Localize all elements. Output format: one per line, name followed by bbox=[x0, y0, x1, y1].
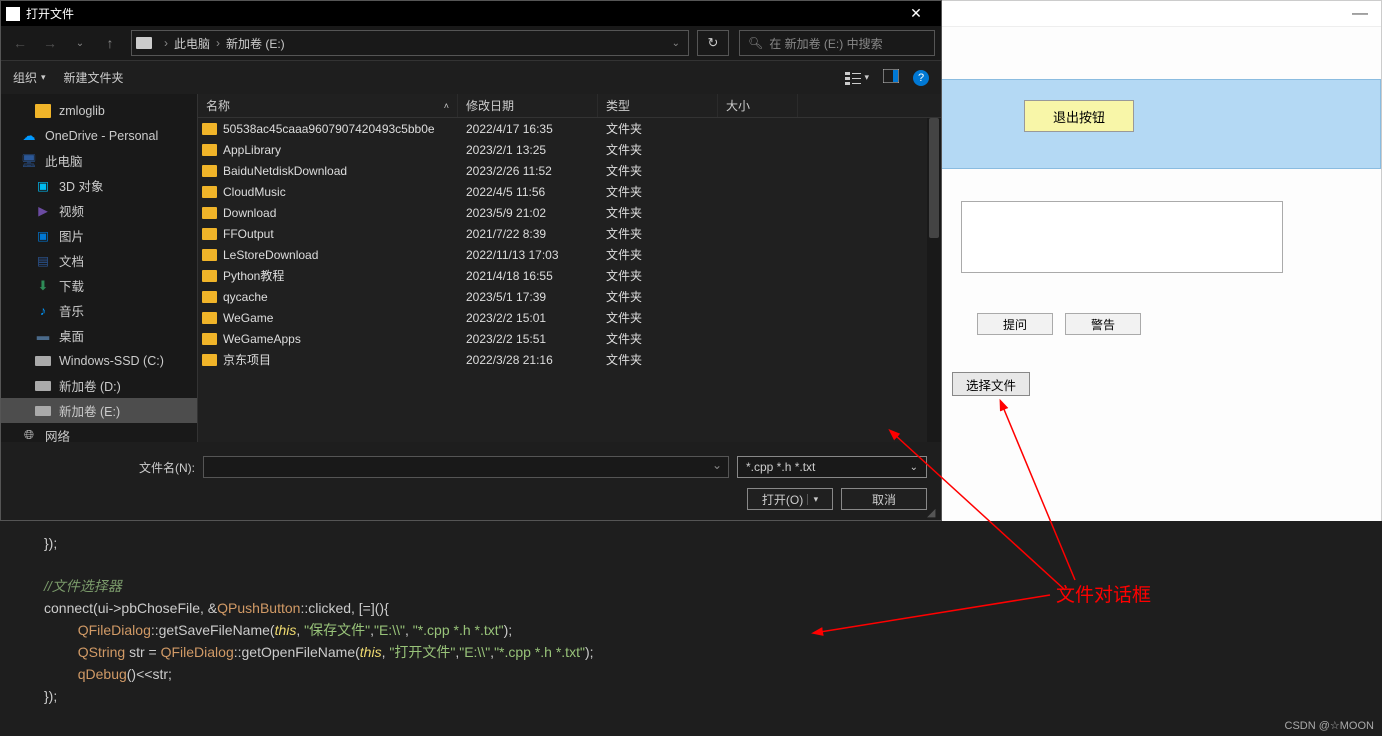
file-row[interactable]: BaiduNetdiskDownload2023/2/26 11:52文件夹 bbox=[198, 160, 941, 181]
address-dropdown-icon[interactable]: ⌄ bbox=[672, 38, 680, 49]
file-open-dialog: 打开文件 ✕ ← → ⌄ ↑ › 此电脑 › 新加卷 (E:) ⌄ ↻ 🔍︎ 在… bbox=[0, 0, 942, 521]
file-row[interactable]: 50538ac45caaa9607907420493c5bb0e2022/4/1… bbox=[198, 118, 941, 139]
folder-icon bbox=[202, 228, 217, 240]
filename-input[interactable] bbox=[203, 456, 729, 478]
sidebar-item[interactable]: ☁OneDrive - Personal bbox=[1, 123, 197, 148]
file-row[interactable]: 京东项目2022/3/28 21:16文件夹 bbox=[198, 349, 941, 370]
text-input-box[interactable] bbox=[961, 201, 1283, 273]
file-row[interactable]: WeGame2023/2/2 15:01文件夹 bbox=[198, 307, 941, 328]
col-size[interactable]: 大小 bbox=[718, 94, 798, 117]
sidebar-item[interactable]: ▶视频 bbox=[1, 198, 197, 223]
sidebar-item[interactable]: Windows-SSD (C:) bbox=[1, 348, 197, 373]
preview-pane-icon[interactable] bbox=[883, 69, 899, 86]
new-folder-button[interactable]: 新建文件夹 bbox=[64, 69, 124, 86]
sidebar-item[interactable]: ▣3D 对象 bbox=[1, 173, 197, 198]
vertical-scrollbar[interactable] bbox=[927, 118, 941, 442]
col-type[interactable]: 类型 bbox=[598, 94, 718, 117]
up-button[interactable]: ↑ bbox=[97, 30, 123, 56]
exit-button[interactable]: 退出按钮 bbox=[1024, 100, 1134, 132]
file-row[interactable]: WeGameApps2023/2/2 15:51文件夹 bbox=[198, 328, 941, 349]
search-icon: 🔍︎ bbox=[748, 36, 763, 50]
folder-icon bbox=[202, 123, 217, 135]
dialog-footer: 文件名(N): *.cpp *.h *.txt⌄ 打开(O) ▾ 取消 bbox=[1, 442, 941, 518]
breadcrumb-drive[interactable]: 新加卷 (E:) bbox=[226, 35, 285, 52]
search-placeholder: 在 新加卷 (E:) 中搜索 bbox=[769, 35, 882, 52]
open-button[interactable]: 打开(O) ▾ bbox=[747, 488, 833, 510]
refresh-button[interactable]: ↻ bbox=[697, 30, 729, 56]
folder-icon bbox=[202, 186, 217, 198]
minimize-icon[interactable]: — bbox=[1345, 5, 1375, 23]
organize-menu[interactable]: 组织▾ bbox=[13, 69, 46, 86]
file-list: 名称˄ 修改日期 类型 大小 50538ac45caaa960790742049… bbox=[197, 94, 941, 442]
view-mode-icon[interactable]: ▾ bbox=[845, 71, 869, 85]
recent-dropdown[interactable]: ⌄ bbox=[67, 30, 93, 56]
folder-icon bbox=[202, 249, 217, 261]
choose-file-button[interactable]: 选择文件 bbox=[952, 372, 1030, 396]
folder-icon bbox=[202, 270, 217, 282]
navigation-bar: ← → ⌄ ↑ › 此电脑 › 新加卷 (E:) ⌄ ↻ 🔍︎ 在 新加卷 (E… bbox=[1, 26, 941, 60]
folder-icon bbox=[202, 207, 217, 219]
address-bar[interactable]: › 此电脑 › 新加卷 (E:) ⌄ bbox=[131, 30, 689, 56]
file-row[interactable]: AppLibrary2023/2/1 13:25文件夹 bbox=[198, 139, 941, 160]
watermark: CSDN @☆MOON bbox=[1285, 719, 1374, 732]
search-input[interactable]: 🔍︎ 在 新加卷 (E:) 中搜索 bbox=[739, 30, 935, 56]
col-name[interactable]: 名称˄ bbox=[198, 94, 458, 117]
sidebar-item[interactable]: ▬桌面 bbox=[1, 323, 197, 348]
sidebar-item[interactable]: 🌐︎网络 bbox=[1, 423, 197, 442]
file-row[interactable]: qycache2023/5/1 17:39文件夹 bbox=[198, 286, 941, 307]
help-icon[interactable]: ? bbox=[913, 70, 929, 86]
button-strip: 提问 警告 bbox=[977, 313, 1141, 335]
sidebar-item[interactable]: ▤文档 bbox=[1, 248, 197, 273]
file-row[interactable]: Download2023/5/9 21:02文件夹 bbox=[198, 202, 941, 223]
dialog-titlebar: 打开文件 ✕ bbox=[1, 1, 941, 26]
folder-icon bbox=[202, 291, 217, 303]
file-row[interactable]: Python教程2021/4/18 16:55文件夹 bbox=[198, 265, 941, 286]
file-row[interactable]: CloudMusic2022/4/5 11:56文件夹 bbox=[198, 181, 941, 202]
warn-button[interactable]: 警告 bbox=[1065, 313, 1141, 335]
close-button[interactable]: ✕ bbox=[896, 1, 936, 26]
code-editor: }); //文件选择器 connect(ui->pbChoseFile, &QP… bbox=[0, 521, 1382, 736]
file-row[interactable]: LeStoreDownload2022/11/13 17:03文件夹 bbox=[198, 244, 941, 265]
folder-icon bbox=[202, 354, 217, 366]
sidebar-item[interactable]: ♪音乐 bbox=[1, 298, 197, 323]
col-date[interactable]: 修改日期 bbox=[458, 94, 598, 117]
sidebar-item[interactable]: ▣图片 bbox=[1, 223, 197, 248]
column-headers: 名称˄ 修改日期 类型 大小 bbox=[198, 94, 941, 118]
folder-icon bbox=[202, 333, 217, 345]
sidebar-item[interactable]: 新加卷 (E:) bbox=[1, 398, 197, 423]
filename-label: 文件名(N): bbox=[15, 459, 195, 476]
sidebar-item[interactable]: zmloglib bbox=[1, 98, 197, 123]
breadcrumb-pc[interactable]: 此电脑 bbox=[174, 35, 210, 52]
file-filter-select[interactable]: *.cpp *.h *.txt⌄ bbox=[737, 456, 927, 478]
cancel-button[interactable]: 取消 bbox=[841, 488, 927, 510]
sidebar-item[interactable]: ⬇下载 bbox=[1, 273, 197, 298]
sort-indicator-icon: ˄ bbox=[444, 101, 449, 111]
sidebar-item[interactable]: 🖥︎此电脑 bbox=[1, 148, 197, 173]
folder-icon bbox=[202, 165, 217, 177]
dialog-title: 打开文件 bbox=[26, 5, 74, 22]
folder-icon bbox=[202, 144, 217, 156]
drive-icon bbox=[136, 37, 152, 49]
resize-grip[interactable]: ◢ bbox=[927, 506, 939, 518]
file-row[interactable]: FFOutput2021/7/22 8:39文件夹 bbox=[198, 223, 941, 244]
ask-button[interactable]: 提问 bbox=[977, 313, 1053, 335]
folder-icon bbox=[202, 312, 217, 324]
app-icon bbox=[6, 7, 20, 21]
sidebar-item[interactable]: 新加卷 (D:) bbox=[1, 373, 197, 398]
chevron-down-icon: ⌄ bbox=[910, 462, 918, 473]
annotation-label: 文件对话框 bbox=[1056, 580, 1151, 607]
dialog-toolbar: 组织▾ 新建文件夹 ▾ ? bbox=[1, 60, 941, 94]
forward-button[interactable]: → bbox=[37, 30, 63, 56]
sidebar: zmloglib☁OneDrive - Personal🖥︎此电脑▣3D 对象▶… bbox=[1, 94, 197, 442]
back-button[interactable]: ← bbox=[7, 30, 33, 56]
